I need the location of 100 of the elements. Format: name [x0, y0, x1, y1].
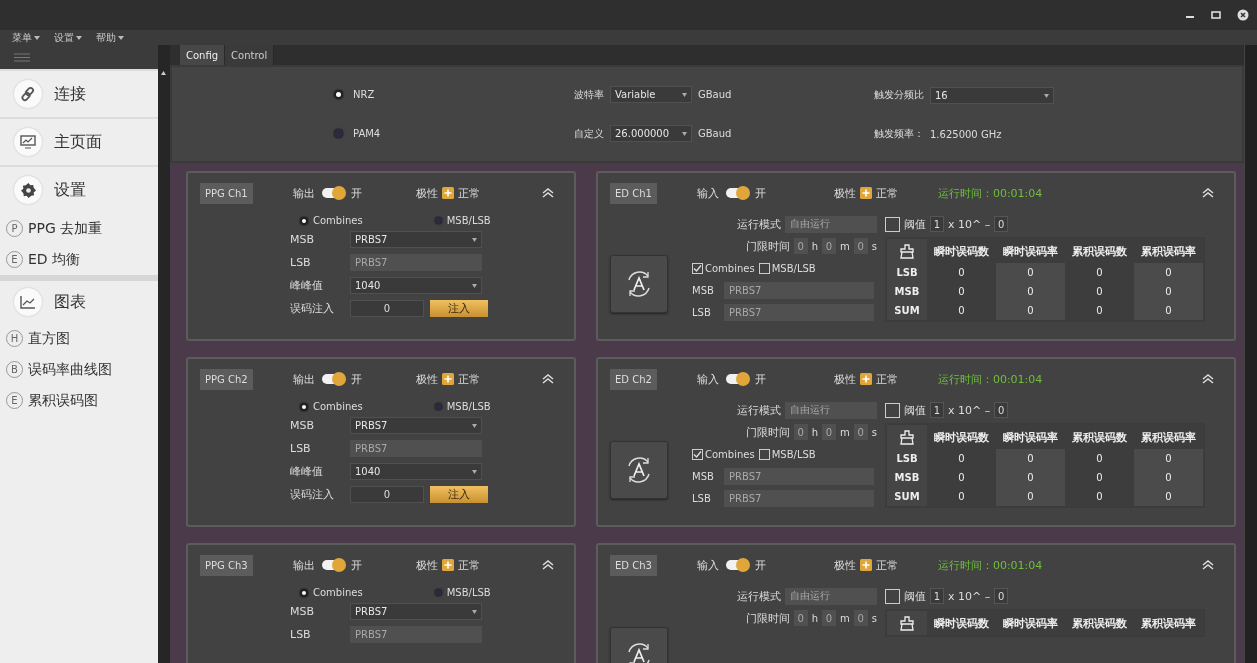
toggle-switch[interactable] — [725, 560, 748, 570]
field-label: 运行模式 — [737, 402, 781, 418]
collapse-icon[interactable] — [1202, 560, 1214, 570]
dropdown[interactable]: PRBS7 — [350, 603, 482, 620]
input-field[interactable]: 0 — [793, 238, 808, 254]
field-label: 触发频率： — [874, 127, 924, 142]
dropdown[interactable]: Variable — [610, 86, 692, 103]
field-label: 峰峰值 — [290, 278, 324, 293]
input-field[interactable]: 0 — [994, 402, 1009, 418]
toggle-switch[interactable] — [725, 374, 748, 384]
link-icon — [20, 86, 36, 102]
field-label: 误码注入 — [290, 487, 335, 502]
auto-button[interactable] — [610, 255, 668, 313]
plus-icon[interactable] — [441, 373, 454, 385]
input-field[interactable]: 0 — [350, 486, 424, 503]
clear-icon[interactable] — [900, 615, 914, 631]
dropdown[interactable]: 自由运行 — [785, 587, 877, 605]
field-label: MSB — [692, 470, 715, 482]
input-field[interactable]: 0 — [853, 238, 868, 254]
tab[interactable]: Config — [180, 45, 226, 65]
field-label: MSB — [290, 419, 316, 432]
sidebar-item[interactable]: B 误码率曲线图 — [0, 354, 158, 385]
field-label: 波特率 — [574, 87, 604, 102]
input-field[interactable]: 0 — [822, 238, 837, 254]
plus-icon[interactable] — [859, 559, 872, 571]
input-field[interactable]: 1 — [930, 402, 944, 418]
input-field[interactable]: 0 — [822, 424, 837, 440]
input-field[interactable]: 1 — [930, 588, 944, 604]
dropdown[interactable]: 1040 — [350, 463, 482, 480]
radio-button[interactable]: PAM4 — [334, 128, 574, 139]
auto-button[interactable] — [610, 441, 668, 499]
input-field[interactable]: 0 — [853, 424, 868, 440]
input-field[interactable]: 0 — [350, 300, 424, 317]
dropdown[interactable]: PRBS7 — [350, 231, 482, 248]
collapse-icon[interactable] — [1202, 374, 1214, 384]
plus-icon[interactable] — [441, 187, 454, 199]
polarity-value: 正常 — [875, 185, 898, 201]
dropdown[interactable]: 自由运行 — [785, 215, 877, 233]
scroll-up-icon[interactable] — [161, 71, 166, 75]
inject-button[interactable]: 注入 — [430, 300, 488, 317]
radio-button[interactable]: MSB/LSB — [434, 215, 491, 226]
field-label: LSB — [290, 442, 312, 455]
checkbox[interactable]: MSB/LSB — [758, 448, 816, 460]
field-label: 门限时间 — [745, 238, 790, 254]
scrollbar[interactable] — [1244, 45, 1257, 663]
menu-item[interactable]: 菜单 — [12, 30, 40, 45]
radio-button[interactable]: MSB/LSB — [434, 401, 491, 412]
collapse-icon[interactable] — [542, 374, 554, 384]
toggle-switch[interactable] — [321, 374, 344, 384]
plus-icon[interactable] — [859, 187, 872, 199]
field-label: 阈值 — [904, 216, 926, 232]
sidebar-item[interactable]: H 直方图 — [0, 323, 158, 354]
close-icon[interactable] — [1237, 9, 1249, 21]
unit-label: s — [871, 426, 877, 438]
radio-button[interactable]: NRZ — [334, 89, 574, 100]
input-field[interactable]: 0 — [793, 424, 808, 440]
radio-button[interactable]: Combines — [300, 215, 363, 226]
unit-label: GBaud — [698, 89, 732, 100]
dropdown[interactable]: 1040 — [350, 277, 482, 294]
radio-button[interactable]: MSB/LSB — [434, 587, 491, 598]
checkbox[interactable]: MSB/LSB — [758, 262, 816, 274]
menu-item[interactable]: 设置 — [54, 30, 82, 45]
dropdown[interactable]: PRBS7 — [350, 417, 482, 434]
inject-button[interactable]: 注入 — [430, 486, 488, 503]
maximize-icon[interactable] — [1211, 10, 1221, 20]
input-field[interactable]: 0 — [994, 216, 1009, 232]
sidebar-item[interactable]: P PPG 去加重 — [0, 213, 158, 244]
plus-icon[interactable] — [859, 373, 872, 385]
sidebar-item[interactable]: E ED 均衡 — [0, 244, 158, 275]
input-field[interactable]: 0 — [853, 610, 868, 626]
checkbox[interactable] — [885, 588, 900, 604]
row-header: SUM — [887, 487, 927, 506]
checkbox[interactable] — [885, 216, 900, 232]
collapse-icon[interactable] — [1202, 188, 1214, 198]
toggle-switch[interactable] — [725, 188, 748, 198]
sidebar-item[interactable]: E 累积误码图 — [0, 385, 158, 416]
menu-item[interactable]: 帮助 — [96, 30, 124, 45]
tab[interactable]: Control — [225, 45, 275, 65]
field-label: 运行模式 — [737, 588, 781, 604]
toggle-switch[interactable] — [321, 560, 344, 570]
dropdown[interactable]: 16 — [930, 86, 1054, 104]
checkbox[interactable]: Combines — [692, 262, 755, 274]
collapse-icon[interactable] — [542, 560, 554, 570]
dropdown[interactable]: 自由运行 — [785, 401, 877, 419]
input-field[interactable]: 0 — [994, 588, 1009, 604]
input-field[interactable]: 1 — [930, 216, 944, 232]
radio-button[interactable]: Combines — [300, 401, 363, 412]
caret-icon — [1044, 93, 1049, 98]
clear-icon[interactable] — [900, 429, 914, 445]
radio-button[interactable]: Combines — [300, 587, 363, 598]
collapse-icon[interactable] — [542, 188, 554, 198]
input-field[interactable]: 0 — [822, 610, 837, 626]
checkbox[interactable] — [885, 402, 900, 418]
checkbox[interactable]: Combines — [692, 448, 755, 460]
spin-box[interactable]: 26.000000 — [610, 125, 692, 142]
input-field[interactable]: 0 — [793, 610, 808, 626]
clear-icon[interactable] — [900, 243, 914, 259]
menu-icon[interactable] — [14, 52, 30, 62]
toggle-switch[interactable] — [321, 188, 344, 198]
plus-icon[interactable] — [441, 559, 454, 571]
